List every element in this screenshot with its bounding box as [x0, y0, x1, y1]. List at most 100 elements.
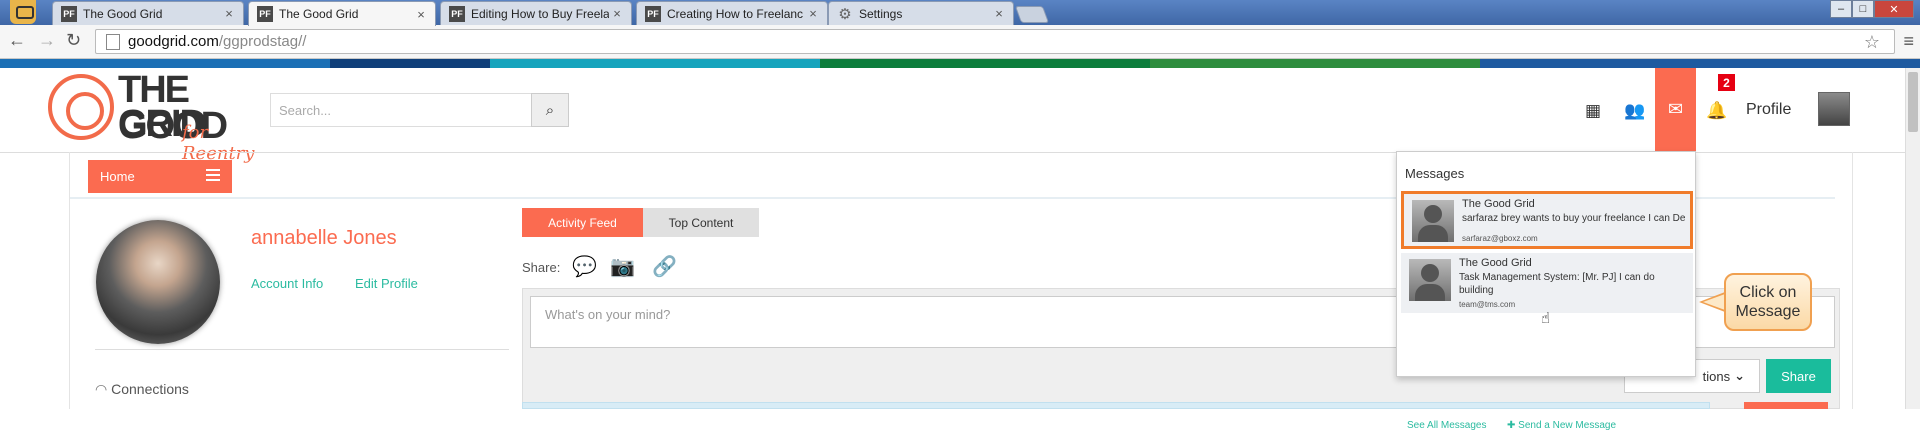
browser-tab-title: The Good Grid	[83, 6, 163, 21]
message-item[interactable]: The Good Grid Task Management System: [M…	[1401, 253, 1693, 313]
envelope-icon: ✉	[1667, 99, 1684, 119]
strip-segment	[820, 59, 1150, 68]
send-new-message-link[interactable]: ✚ Send a New Message	[1507, 420, 1616, 431]
close-tab-icon[interactable]: ×	[221, 6, 237, 21]
message-body: sarfaraz brey wants to buy your freelanc…	[1462, 213, 1686, 224]
message-email: sarfaraz@gboxz.com	[1462, 234, 1538, 243]
chrome-profile-icon[interactable]	[10, 0, 36, 24]
browser-tab-title: Settings	[859, 6, 903, 21]
browser-tab-title: Creating How to Freelanc	[667, 6, 804, 21]
messages-button[interactable]: ✉	[1655, 68, 1696, 151]
browser-tab-strip: PF The Good Grid × PF The Good Grid × PF…	[0, 0, 1920, 26]
close-tab-icon[interactable]: ×	[805, 6, 821, 21]
callout-pointer	[1699, 292, 1725, 312]
strip-segment	[1480, 59, 1920, 68]
column-divider	[69, 152, 70, 409]
speech-bubble-icon[interactable]: 💬	[572, 254, 597, 279]
apps-grid-icon[interactable]: ▦	[1585, 101, 1601, 121]
page-scrollbar[interactable]	[1905, 68, 1920, 409]
good-grid-logo[interactable]: THE GOOD GRID for Reentry	[48, 70, 268, 164]
see-all-messages-link[interactable]: See All Messages	[1407, 420, 1487, 431]
hand-cursor-icon: ☝	[1541, 310, 1551, 327]
new-tab-button[interactable]	[1014, 6, 1050, 23]
plus-icon: ✚	[1507, 420, 1519, 431]
brand-color-strip	[0, 59, 1920, 68]
close-tab-icon[interactable]: ×	[413, 7, 429, 22]
browser-tab[interactable]: PF The Good Grid ×	[52, 1, 244, 25]
back-arrow-icon[interactable]: ←	[8, 30, 26, 51]
profile-avatar[interactable]	[1818, 92, 1850, 126]
forward-arrow-icon[interactable]: →	[38, 30, 56, 51]
profile-link[interactable]: Profile	[1746, 101, 1791, 119]
flower-logo-icon	[48, 74, 114, 140]
users-icon[interactable]: 👥	[1624, 101, 1645, 121]
tab-activity-feed[interactable]: Activity Feed	[522, 208, 643, 237]
maximize-icon[interactable]: □	[1852, 0, 1874, 18]
rss-icon: ◠	[95, 381, 112, 397]
sender-avatar	[1409, 259, 1451, 301]
connections-heading[interactable]: ◠ Connections	[95, 381, 189, 398]
home-label: Home	[100, 169, 135, 184]
action-bar[interactable]	[1744, 402, 1828, 409]
connections-label: Connections	[111, 381, 189, 397]
browser-tab-title: The Good Grid	[279, 7, 359, 21]
messages-title: Messages	[1405, 166, 1465, 181]
page-icon	[106, 33, 120, 50]
info-bar	[522, 402, 1710, 409]
logo-tagline: for Reentry	[182, 122, 255, 164]
window-controls: – □ ✕	[1830, 0, 1914, 18]
address-bar[interactable]: goodgrid.com /ggprodstag// ☆	[95, 29, 1895, 54]
chevron-down-icon: ⌄	[1734, 368, 1745, 383]
link-icon[interactable]: 🔗	[652, 254, 677, 279]
search-input[interactable]: Search...	[270, 93, 536, 127]
column-divider	[1852, 152, 1853, 409]
browser-tab[interactable]: PF Creating How to Freelanc ×	[636, 1, 828, 25]
search-icon: ⌕	[545, 101, 555, 119]
account-info-link[interactable]: Account Info	[251, 276, 323, 291]
pf-favicon-icon: PF	[61, 5, 77, 22]
pf-favicon-icon: PF	[449, 5, 465, 22]
share-label: Share:	[522, 260, 561, 275]
gear-icon: ⚙	[838, 5, 852, 23]
browser-tab-title: Editing How to Buy Freela	[471, 6, 609, 21]
strip-segment	[1150, 59, 1480, 68]
pf-favicon-icon: PF	[257, 6, 273, 22]
pf-favicon-icon: PF	[645, 5, 661, 22]
url-path: /ggprodstag//	[218, 33, 307, 50]
browser-tab[interactable]: ⚙ Settings ×	[828, 1, 1014, 25]
message-sender: The Good Grid	[1459, 257, 1532, 269]
tab-top-content[interactable]: Top Content	[643, 208, 759, 237]
strip-segment	[330, 59, 490, 68]
bookmark-star-icon[interactable]: ☆	[1864, 32, 1880, 53]
minimize-icon[interactable]: –	[1830, 0, 1852, 18]
search-placeholder: Search...	[279, 102, 332, 118]
share-button[interactable]: Share	[1766, 359, 1831, 393]
user-name[interactable]: annabelle Jones	[251, 227, 397, 250]
url-host: goodgrid.com	[128, 33, 219, 50]
browser-tab-active[interactable]: PF The Good Grid ×	[248, 1, 436, 26]
browser-menu-icon[interactable]: ≡	[1903, 31, 1914, 52]
message-body: Task Management System: [Mr. PJ] I can d…	[1459, 272, 1655, 296]
edit-profile-link[interactable]: Edit Profile	[355, 276, 418, 291]
window-close-icon[interactable]: ✕	[1874, 0, 1914, 18]
composer-placeholder: What's on your mind?	[545, 307, 671, 322]
strip-segment	[0, 59, 330, 68]
home-menu-button[interactable]: Home	[88, 160, 232, 193]
camera-icon[interactable]: 📷	[610, 254, 635, 279]
message-sender: The Good Grid	[1462, 198, 1535, 210]
browser-tab[interactable]: PF Editing How to Buy Freela ×	[440, 1, 632, 25]
user-avatar[interactable]	[96, 220, 220, 344]
send-new-message-label: Send a New Message	[1518, 420, 1617, 431]
bell-icon[interactable]: 🔔	[1706, 101, 1727, 121]
message-item[interactable]: The Good Grid sarfaraz brey wants to buy…	[1401, 191, 1693, 249]
hamburger-icon	[206, 169, 220, 181]
reload-icon[interactable]: ↻	[66, 30, 81, 51]
browser-toolbar: ← → ↻ goodgrid.com /ggprodstag// ☆ ≡	[0, 25, 1920, 59]
site-page: THE GOOD GRID for Reentry Search... ⌕ ▦ …	[0, 68, 1905, 431]
close-tab-icon[interactable]: ×	[991, 6, 1007, 21]
search-button[interactable]: ⌕	[531, 93, 569, 127]
click-on-message-callout: Click on Message	[1724, 273, 1812, 331]
scrollbar-thumb[interactable]	[1908, 72, 1918, 132]
options-label: tions	[1702, 368, 1731, 384]
close-tab-icon[interactable]: ×	[609, 6, 625, 21]
